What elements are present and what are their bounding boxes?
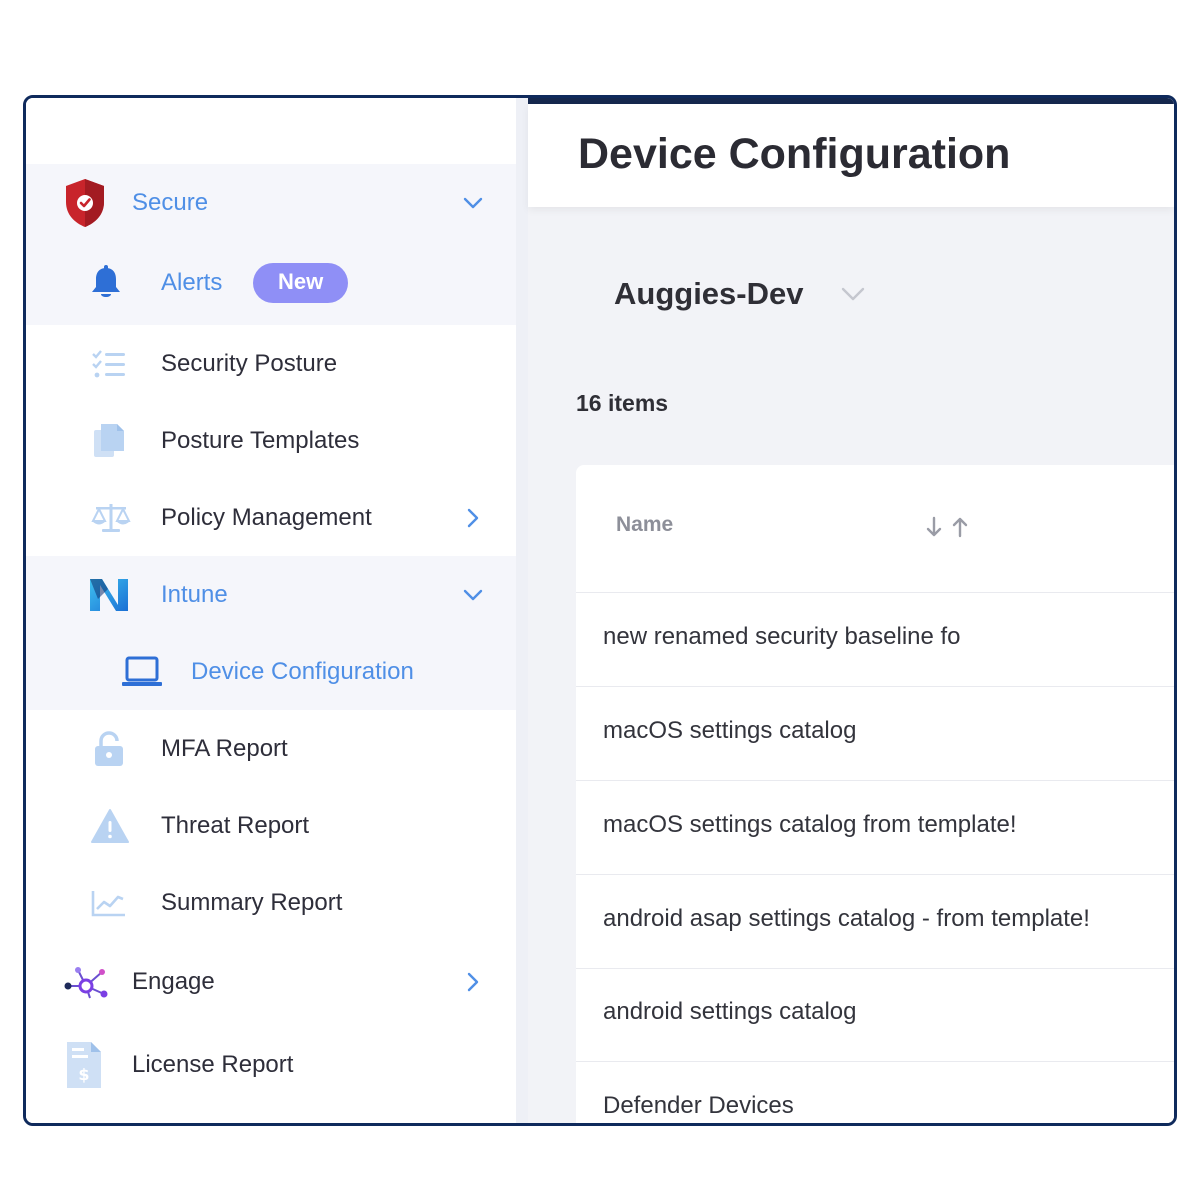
chart-icon <box>90 887 128 919</box>
row-name: android asap settings catalog - from tem… <box>603 905 1090 932</box>
sidebar-item-label: Alerts <box>161 269 223 296</box>
bell-icon <box>88 265 124 301</box>
tenant-name: Auggies-Dev <box>614 276 804 311</box>
row-name: Defender Devices <box>603 1092 794 1119</box>
sidebar-item-label: Secure <box>132 188 209 216</box>
svg-text:$: $ <box>78 1065 89 1084</box>
sidebar: Secure Alerts New Security Posture Postu… <box>26 98 516 1123</box>
sidebar-item-label: Threat Report <box>161 811 310 839</box>
warning-icon <box>90 807 130 845</box>
row-name: android settings catalog <box>603 998 857 1025</box>
sidebar-item-alerts[interactable]: Alerts New <box>26 241 516 325</box>
intune-icon <box>88 574 130 616</box>
network-icon <box>64 963 110 1001</box>
scales-icon <box>90 501 132 535</box>
chevron-down-icon[interactable] <box>462 584 484 606</box>
sort-icon[interactable] <box>924 515 972 539</box>
sidebar-item-engage[interactable]: Engage <box>26 941 516 1023</box>
configuration-table: Name new renamed security baseline fo ma… <box>576 465 1174 1123</box>
sidebar-item-label: Posture Templates <box>161 426 360 454</box>
sidebar-item-label: Device Configuration <box>191 657 414 685</box>
sidebar-item-policy-management[interactable]: Policy Management <box>26 479 516 556</box>
sidebar-item-label: Intune <box>161 580 228 608</box>
laptop-icon <box>121 655 163 689</box>
sidebar-item-label: Engage <box>132 968 215 995</box>
sidebar-item-security-posture[interactable]: Security Posture <box>26 325 516 402</box>
column-header-name[interactable]: Name <box>616 513 673 537</box>
sidebar-item-label: MFA Report <box>161 734 288 762</box>
sidebar-item-label: Security Posture <box>161 349 338 377</box>
sidebar-item-summary-report[interactable]: Summary Report <box>26 864 516 941</box>
shield-icon <box>64 178 106 228</box>
chevron-down-icon[interactable] <box>462 192 484 214</box>
sidebar-item-mfa-report[interactable]: MFA Report <box>26 710 516 787</box>
sidebar-item-threat-report[interactable]: Threat Report <box>26 787 516 864</box>
table-row[interactable]: new renamed security baseline fo <box>576 593 1174 687</box>
sidebar-item-intune[interactable]: Intune <box>26 556 516 633</box>
sidebar-item-label: Summary Report <box>161 888 343 916</box>
new-badge: New <box>253 263 349 303</box>
table-row[interactable]: Defender Devices <box>576 1062 1174 1123</box>
sidebar-scrollbar[interactable] <box>516 98 528 1123</box>
page-header: Device Configuration <box>528 104 1174 207</box>
sidebar-item-license-report[interactable]: $ License Report <box>26 1023 516 1107</box>
lock-icon <box>92 730 126 768</box>
table-row[interactable]: macOS settings catalog <box>576 687 1174 781</box>
chevron-right-icon[interactable] <box>462 507 484 529</box>
table-header: Name <box>576 465 1174 593</box>
tenant-selector[interactable]: Auggies-Dev <box>614 276 867 312</box>
sidebar-item-device-configuration[interactable]: Device Configuration <box>26 633 516 710</box>
checklist-icon <box>90 347 128 381</box>
app-window: Secure Alerts New Security Posture Postu… <box>23 95 1177 1126</box>
page-title: Device Configuration <box>578 130 1011 178</box>
invoice-icon: $ <box>64 1039 104 1091</box>
row-name: new renamed security baseline fo <box>603 623 961 650</box>
sidebar-item-label: Policy Management <box>161 503 372 531</box>
sidebar-item-label: License Report <box>132 1051 294 1078</box>
chevron-down-icon[interactable] <box>841 284 867 304</box>
table-row[interactable]: android asap settings catalog - from tem… <box>576 875 1174 969</box>
item-count: 16 items <box>576 390 669 416</box>
sidebar-item-secure[interactable]: Secure <box>26 164 516 241</box>
row-name: macOS settings catalog <box>603 717 857 744</box>
row-name: macOS settings catalog from template! <box>603 811 1017 838</box>
sidebar-item-posture-templates[interactable]: Posture Templates <box>26 402 516 479</box>
table-row[interactable]: macOS settings catalog from template! <box>576 781 1174 875</box>
chevron-right-icon[interactable] <box>462 971 484 993</box>
documents-icon <box>92 423 126 459</box>
table-row[interactable]: android settings catalog <box>576 968 1174 1062</box>
main-content: Device Configuration Auggies-Dev 16 item… <box>528 98 1174 1123</box>
